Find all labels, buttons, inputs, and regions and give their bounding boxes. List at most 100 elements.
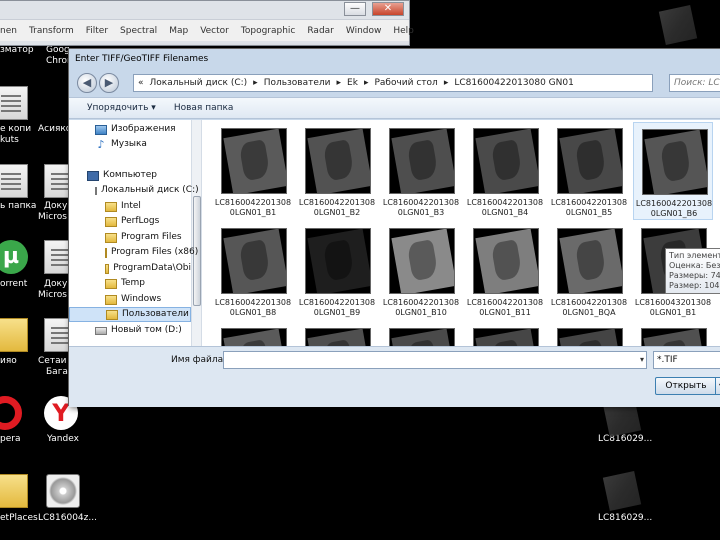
opera-icon[interactable] [0,396,22,430]
search-input[interactable]: Поиск: LC8160 [669,74,720,92]
breadcrumb-overflow[interactable]: « [138,78,144,88]
desktop-icon-label[interactable]: ияо [0,356,17,367]
file-type-select[interactable]: *.TIF [653,351,720,369]
breadcrumb-item[interactable]: Пользователи [264,78,331,88]
file-item[interactable]: LC81600422013080LGN01_B5 [549,122,629,220]
menu-item-help[interactable]: Help [393,26,414,36]
nav-item[interactable]: Intel [69,199,191,214]
menu-item-cut[interactable]: nen [0,26,17,36]
nav-item[interactable]: PerfLogs [69,214,191,229]
breadcrumb-separator[interactable]: ▸ [364,78,369,88]
new-folder-button[interactable]: Новая папка [174,103,234,113]
menu-item-map[interactable]: Map [169,26,188,36]
folder-icon [105,294,117,305]
minimize-button[interactable]: — [344,2,366,16]
desktop-icon-label[interactable]: kuts [0,135,19,146]
menu-item-window[interactable]: Window [346,26,382,36]
nav-item[interactable]: ♪ Музыка [69,137,191,152]
menu-item-filter[interactable]: Filter [86,26,108,36]
open-dropdown-button[interactable]: ▾ [715,377,720,395]
close-button[interactable]: ✕ [372,2,404,16]
file-item[interactable] [465,322,545,346]
file-item[interactable]: LC81600422013080LGN01_B3 [381,122,461,220]
nav-item[interactable]: Новый том (D:) [69,323,191,338]
file-item[interactable]: LC81600422013080LGN01_B6 [633,122,713,220]
file-item[interactable]: LC81600422013080LGN01_B11 [465,222,545,320]
desktop-icon-label[interactable]: LC816029... [598,434,652,445]
address-bar[interactable]: « Локальный диск (C:) ▸ Пользователи ▸ E… [133,74,653,92]
file-item[interactable]: LC81600422013080LGN01_B10 [381,222,461,320]
desktop-document-icon[interactable] [0,86,28,120]
nav-item[interactable]: Изображения [69,122,191,137]
desktop-icon-label[interactable]: Goog [46,45,70,56]
desktop-icon-label[interactable]: зматор [0,45,34,56]
desktop-icon-label[interactable]: Сетаи [38,356,66,367]
organize-button[interactable]: Упорядочить ▾ [87,103,156,113]
open-button[interactable]: Открыть [655,377,717,395]
breadcrumb-item[interactable]: Рабочий стол [374,78,437,88]
breadcrumb-separator[interactable]: ▸ [444,78,449,88]
tiff-file-icon[interactable] [46,474,80,508]
back-button[interactable]: ◀ [77,73,97,93]
menu-item-topographic[interactable]: Topographic [241,26,296,36]
breadcrumb-separator[interactable]: ▸ [253,78,258,88]
desktop-icon-label[interactable]: Бага [46,367,68,378]
utorrent-icon[interactable]: µ [0,240,28,274]
filename-input[interactable]: ▾ [223,351,647,369]
menu-item-radar[interactable]: Radar [307,26,334,36]
chevron-down-icon[interactable]: ▾ [640,352,644,368]
nav-item[interactable]: ProgramData\Obi [69,261,191,276]
scene-image [475,329,538,346]
desktop-document-icon[interactable] [0,164,28,198]
desktop-icon-label[interactable]: LC816004z... [38,513,97,524]
nav-item[interactable]: Пользователи [69,307,191,322]
breadcrumb-item[interactable]: Ek [347,78,358,88]
desktop-icon-label[interactable]: Доку [44,279,67,290]
desktop-icon-label[interactable]: etPlaces [0,513,38,524]
desktop-icon-label[interactable]: Асияко [38,124,71,135]
file-item[interactable]: LC81600422013080LGN01_B4 [465,122,545,220]
desktop-icon-label[interactable]: LC816029... [598,513,652,524]
nav-item[interactable]: Program Files (x86) [69,245,198,260]
desktop-icon-label[interactable]: orrent [0,279,27,290]
breadcrumb-item[interactable]: Локальный диск (C:) [150,78,248,88]
menu-item-spectral[interactable]: Spectral [120,26,157,36]
desktop-icon-label[interactable]: е копи [0,124,31,135]
scene-image [223,129,286,193]
nav-item[interactable]: Temp [69,276,191,291]
scene-image [559,129,622,193]
nav-item[interactable]: Компьютер [69,168,191,183]
desktop-icon-label[interactable]: Yandex [47,434,79,445]
net-places-icon[interactable] [0,474,28,508]
file-item[interactable] [549,322,629,346]
nav-item[interactable]: Program Files [69,230,191,245]
file-item[interactable] [633,322,713,346]
file-name: LC81600422013080LGN01_B8 [214,298,292,317]
desktop-icon-label[interactable]: pera [0,434,20,445]
file-item[interactable] [381,322,461,346]
desktop-icon-label[interactable]: Micros [38,212,67,223]
nav-scrollbar[interactable] [191,120,201,346]
breadcrumb-separator[interactable]: ▸ [337,78,342,88]
desktop-icon-label[interactable]: Доку [44,201,67,212]
menu-item-vector[interactable]: Vector [200,26,229,36]
file-name: LC81600422013080LGN01_B10 [382,298,460,317]
menu-item-transform[interactable]: Transform [29,26,74,36]
desktop-icon-label[interactable]: Micros [38,290,67,301]
file-item[interactable] [297,322,377,346]
forward-button[interactable]: ▶ [99,73,119,93]
file-item[interactable] [213,322,293,346]
breadcrumb-item[interactable]: LC81600422013080 GN01 [454,78,573,88]
file-item[interactable]: LC81600422013080LGN01_B1 [213,122,293,220]
file-item[interactable]: LC81600422013080LGN01_B9 [297,222,377,320]
file-item[interactable]: LC81600422013080LGN01_B8 [213,222,293,320]
nav-item[interactable]: Локальный диск (C:) [69,183,199,198]
file-item[interactable]: LC81600422013080LGN01_BQA [549,222,629,320]
desktop-scene-thumb [602,471,642,511]
tooltip-line: Тип элемента: ... [669,251,720,260]
desktop-icon-label[interactable]: ь папка [0,201,36,212]
nav-item[interactable]: Windows [69,292,191,307]
desktop-folder-icon[interactable] [0,318,28,352]
envi-menu-window: — ✕ nen Transform Filter Spectral Map Ve… [0,0,414,46]
file-item[interactable]: LC81600422013080LGN01_B2 [297,122,377,220]
